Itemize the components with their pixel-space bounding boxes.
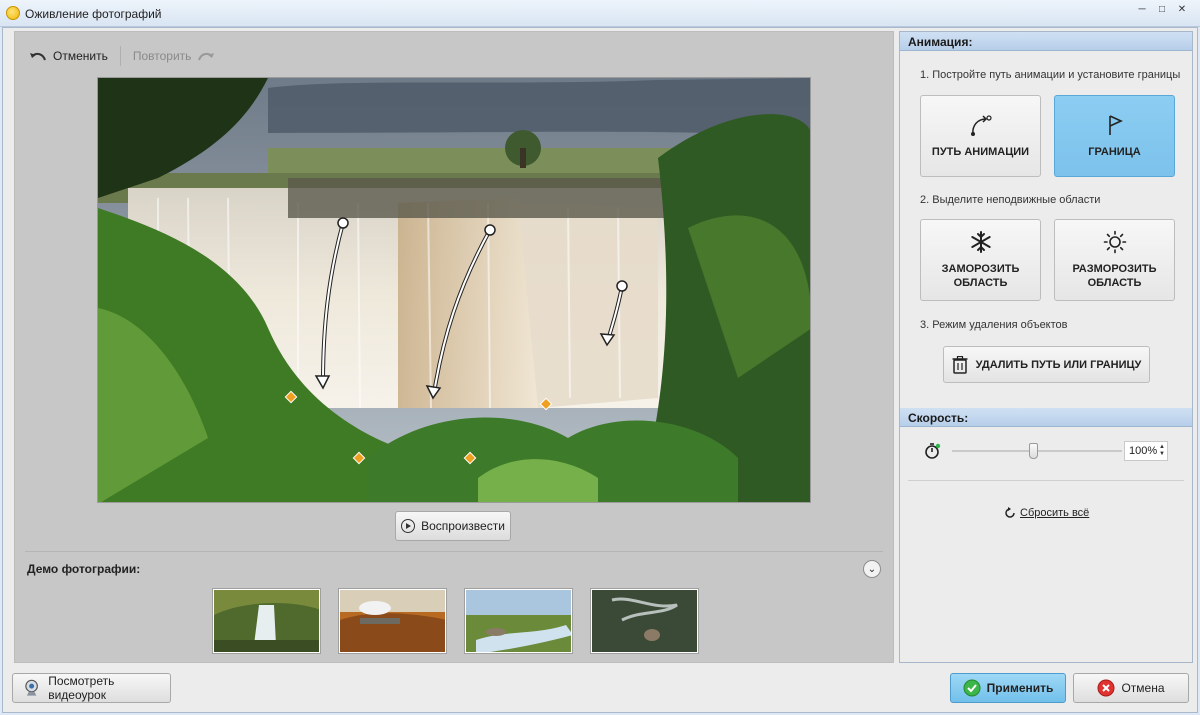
reset-label: Сбросить всё <box>1020 507 1090 519</box>
unfreeze-button-label: РАЗМОРОЗИТЬ ОБЛАСТЬ <box>1072 263 1157 289</box>
watch-video-button[interactable]: Посмотреть видеоурок <box>12 673 171 703</box>
reset-icon <box>1005 507 1015 518</box>
flag-icon <box>1108 115 1123 135</box>
train-bridge-thumbnail[interactable] <box>338 588 447 654</box>
redo-label: Повторить <box>132 49 192 63</box>
dialog-body: Отменить Повторить Воспроизвести Демо фо… <box>2 27 1198 713</box>
river-thumbnail[interactable] <box>464 588 573 654</box>
step3-text: 3. Режим удаления объектов <box>920 319 1068 331</box>
preview-panel: Отменить Повторить Воспроизвести Демо фо… <box>14 31 894 663</box>
play-label: Воспроизвести <box>421 519 505 533</box>
path-button-label: ПУТЬ АНИМАЦИИ <box>931 146 1030 158</box>
close-icon[interactable]: ✕ <box>1172 0 1192 18</box>
step1-text: 1. Постройте путь анимации и установите … <box>920 69 1181 81</box>
undo-icon <box>30 52 46 61</box>
demo-thumbnails <box>212 588 699 654</box>
play-button[interactable]: Воспроизвести <box>395 511 511 541</box>
toolbar-divider <box>119 46 121 66</box>
maximize-icon[interactable]: □ <box>1152 0 1172 18</box>
edit-toolbar: Отменить Повторить <box>25 46 219 66</box>
smoke-thumbnail[interactable] <box>590 588 699 654</box>
speed-divider <box>908 480 1184 481</box>
unfreeze-area-button[interactable]: РАЗМОРОЗИТЬ ОБЛАСТЬ <box>1054 219 1175 301</box>
animation-header: Анимация: <box>900 32 1192 51</box>
freeze-button-label: ЗАМОРОЗИТЬ ОБЛАСТЬ <box>941 263 1020 289</box>
step2-text: 2. Выделите неподвижные области <box>920 194 1101 206</box>
demo-photos-label: Демо фотографии: <box>27 562 141 576</box>
border-button-label: ГРАНИЦА <box>1088 146 1141 158</box>
delete-button-label: УДАЛИТЬ ПУТЬ ИЛИ ГРАНИЦУ <box>975 358 1142 371</box>
apply-label: Применить <box>986 681 1054 695</box>
speed-header: Скорость: <box>900 408 1192 427</box>
animation-path-button[interactable]: ПУТЬ АНИМАЦИИ <box>920 95 1041 177</box>
app-icon <box>6 6 20 20</box>
demo-divider <box>25 551 883 552</box>
border-button[interactable]: ГРАНИЦА <box>1054 95 1175 177</box>
play-icon <box>401 519 416 533</box>
webcam-icon <box>25 679 38 696</box>
apply-button[interactable]: Применить <box>950 673 1066 703</box>
minimize-icon[interactable]: ─ <box>1132 0 1152 18</box>
snowflake-icon <box>970 231 991 253</box>
freeze-area-button[interactable]: ЗАМОРОЗИТЬ ОБЛАСТЬ <box>920 219 1041 301</box>
spin-arrows-icon[interactable]: ▲ ▼ <box>1159 444 1165 458</box>
redo-icon <box>198 52 215 61</box>
sun-icon <box>1103 230 1126 254</box>
waterfall-photo[interactable] <box>98 78 811 503</box>
delete-path-button[interactable]: УДАЛИТЬ ПУТЬ ИЛИ ГРАНИЦУ <box>943 346 1150 383</box>
redo-button[interactable]: Повторить <box>129 49 220 63</box>
checkmark-icon <box>963 679 981 697</box>
cancel-icon <box>1097 679 1115 697</box>
speed-input[interactable]: 100% ▲ ▼ <box>1124 441 1168 461</box>
speed-value: 100% <box>1129 445 1158 457</box>
trash-icon <box>952 355 968 374</box>
reset-all-link[interactable]: Сбросить всё <box>1004 507 1089 519</box>
undo-button[interactable]: Отменить <box>25 49 112 63</box>
window-controls: ─ □ ✕ <box>1132 0 1192 18</box>
chevron-down-icon[interactable]: ⌄ <box>863 560 881 578</box>
settings-panel: Анимация: 1. Постройте путь анимации и у… <box>899 31 1193 663</box>
path-curve-icon <box>970 115 992 136</box>
stopwatch-icon <box>925 443 941 459</box>
undo-label: Отменить <box>53 49 108 63</box>
video-button-label: Посмотреть видеоурок <box>48 674 115 702</box>
photo-canvas[interactable] <box>97 77 811 503</box>
title-bar: Оживление фотографий ─ □ ✕ <box>0 0 1200 27</box>
speed-section: Скорость: 100% ▲ ▼ Сбросить всё <box>900 408 1192 519</box>
waterfall-thumbnail[interactable] <box>212 588 321 654</box>
window-title: Оживление фотографий <box>25 7 162 21</box>
cancel-button[interactable]: Отмена <box>1073 673 1189 703</box>
speed-slider-handle[interactable] <box>1029 443 1038 459</box>
cancel-label: Отмена <box>1121 681 1165 695</box>
